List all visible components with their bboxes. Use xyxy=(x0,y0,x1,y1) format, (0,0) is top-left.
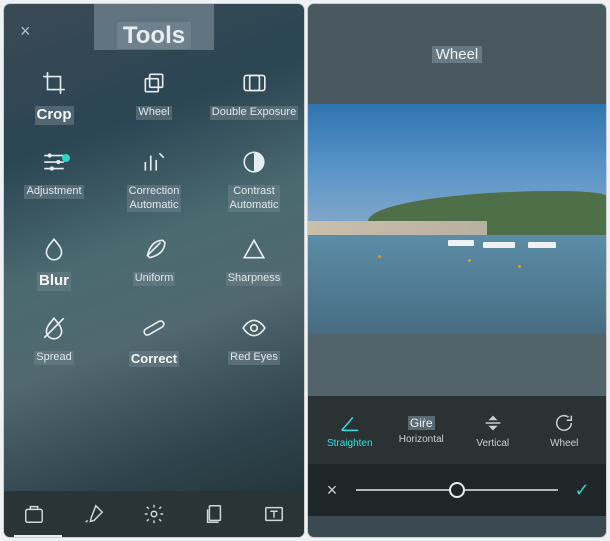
tool-label: Crop xyxy=(35,106,74,125)
tool-wheel[interactable]: Wheel xyxy=(104,68,204,125)
copy-icon xyxy=(203,503,225,525)
triangle-icon xyxy=(239,234,269,264)
feather-icon xyxy=(139,234,169,264)
gear-icon xyxy=(143,503,165,525)
rotate-cw-icon xyxy=(553,412,575,434)
op-label: Straighten xyxy=(327,438,373,449)
tool-label: Correction Automatic xyxy=(127,185,182,213)
op-vertical[interactable]: Vertical xyxy=(461,412,525,449)
tool-red-eyes[interactable]: Red Eyes xyxy=(204,313,304,367)
editor-gap xyxy=(308,334,606,396)
close-button[interactable]: × xyxy=(20,22,31,40)
tools-title: Tools xyxy=(4,4,304,50)
tool-label: Spread xyxy=(34,351,73,365)
presets-icon xyxy=(23,503,45,525)
drop-icon xyxy=(39,234,69,264)
tool-label: Uniform xyxy=(133,272,176,286)
op-label: Horizontal xyxy=(399,434,444,445)
bottom-tab-bar xyxy=(4,491,304,537)
tool-spread[interactable]: Spread xyxy=(4,313,104,367)
tool-label: Double Exposure xyxy=(210,106,298,120)
angle-icon xyxy=(339,412,361,434)
bandage-icon xyxy=(139,313,169,343)
drop-slash-icon xyxy=(39,313,69,343)
tool-sharpness[interactable]: Sharpness xyxy=(204,234,304,291)
tool-adjustment[interactable]: Adjustment xyxy=(4,147,104,213)
tool-correction-automatic[interactable]: Correction Automatic xyxy=(104,147,204,213)
tool-crop[interactable]: Crop xyxy=(4,68,104,125)
photo-preview[interactable] xyxy=(308,104,606,334)
double-exposure-icon xyxy=(239,68,269,98)
tool-label: Wheel xyxy=(136,106,171,120)
tool-label: Correct xyxy=(129,351,179,367)
crop-icon xyxy=(39,68,69,98)
tool-label: Adjustment xyxy=(24,185,83,199)
cancel-button[interactable]: × xyxy=(318,476,346,504)
editor-header: Wheel xyxy=(308,4,606,104)
tool-correct[interactable]: Correct xyxy=(104,313,204,367)
text-box-icon xyxy=(263,503,285,525)
tab-text[interactable] xyxy=(252,492,296,536)
rotate-stack-icon xyxy=(139,68,169,98)
tool-grid: Crop Wheel Double Exposure Adjust xyxy=(4,68,304,367)
tool-label: Contrast Automatic xyxy=(228,185,281,213)
angle-slider[interactable] xyxy=(356,480,558,500)
tool-label: Red Eyes xyxy=(228,351,280,365)
tool-label: Blur xyxy=(37,272,71,291)
tab-presets[interactable] xyxy=(12,492,56,536)
operation-row: Straighten Giṙe Horizontal Vertical Whee… xyxy=(308,396,606,464)
active-tab-underline xyxy=(14,535,62,537)
flip-v-icon xyxy=(482,412,504,434)
tool-double-exposure[interactable]: Double Exposure xyxy=(204,68,304,125)
eye-icon xyxy=(239,313,269,343)
slider-row: × ✓ xyxy=(308,464,606,516)
tool-label: Sharpness xyxy=(226,272,283,286)
tab-settings[interactable] xyxy=(132,492,176,536)
tools-panel: × Tools Crop Wheel Double Exposure xyxy=(4,4,304,537)
editor-title: Wheel xyxy=(432,46,483,63)
half-circle-icon xyxy=(239,147,269,177)
sliders-icon xyxy=(39,147,69,177)
brush-icon xyxy=(83,503,105,525)
badge-icon xyxy=(62,154,70,162)
bar-wand-icon xyxy=(139,147,169,177)
wheel-editor: Wheel Straighten Giṙe Horizontal xyxy=(308,4,606,537)
op-sublabel: Giṙe xyxy=(408,416,435,430)
apply-button[interactable]: ✓ xyxy=(568,476,596,504)
op-straighten[interactable]: Straighten xyxy=(318,412,382,449)
tool-blur[interactable]: Blur xyxy=(4,234,104,291)
op-label: Vertical xyxy=(476,438,509,449)
op-wheel[interactable]: Wheel xyxy=(532,412,596,449)
tool-contrast-automatic[interactable]: Contrast Automatic xyxy=(204,147,304,213)
slider-thumb[interactable] xyxy=(449,482,465,498)
op-horizontal[interactable]: Giṙe Horizontal xyxy=(389,416,453,445)
tool-uniform[interactable]: Uniform xyxy=(104,234,204,291)
tab-copy[interactable] xyxy=(192,492,236,536)
op-label: Wheel xyxy=(550,438,578,449)
tab-brush[interactable] xyxy=(72,492,116,536)
